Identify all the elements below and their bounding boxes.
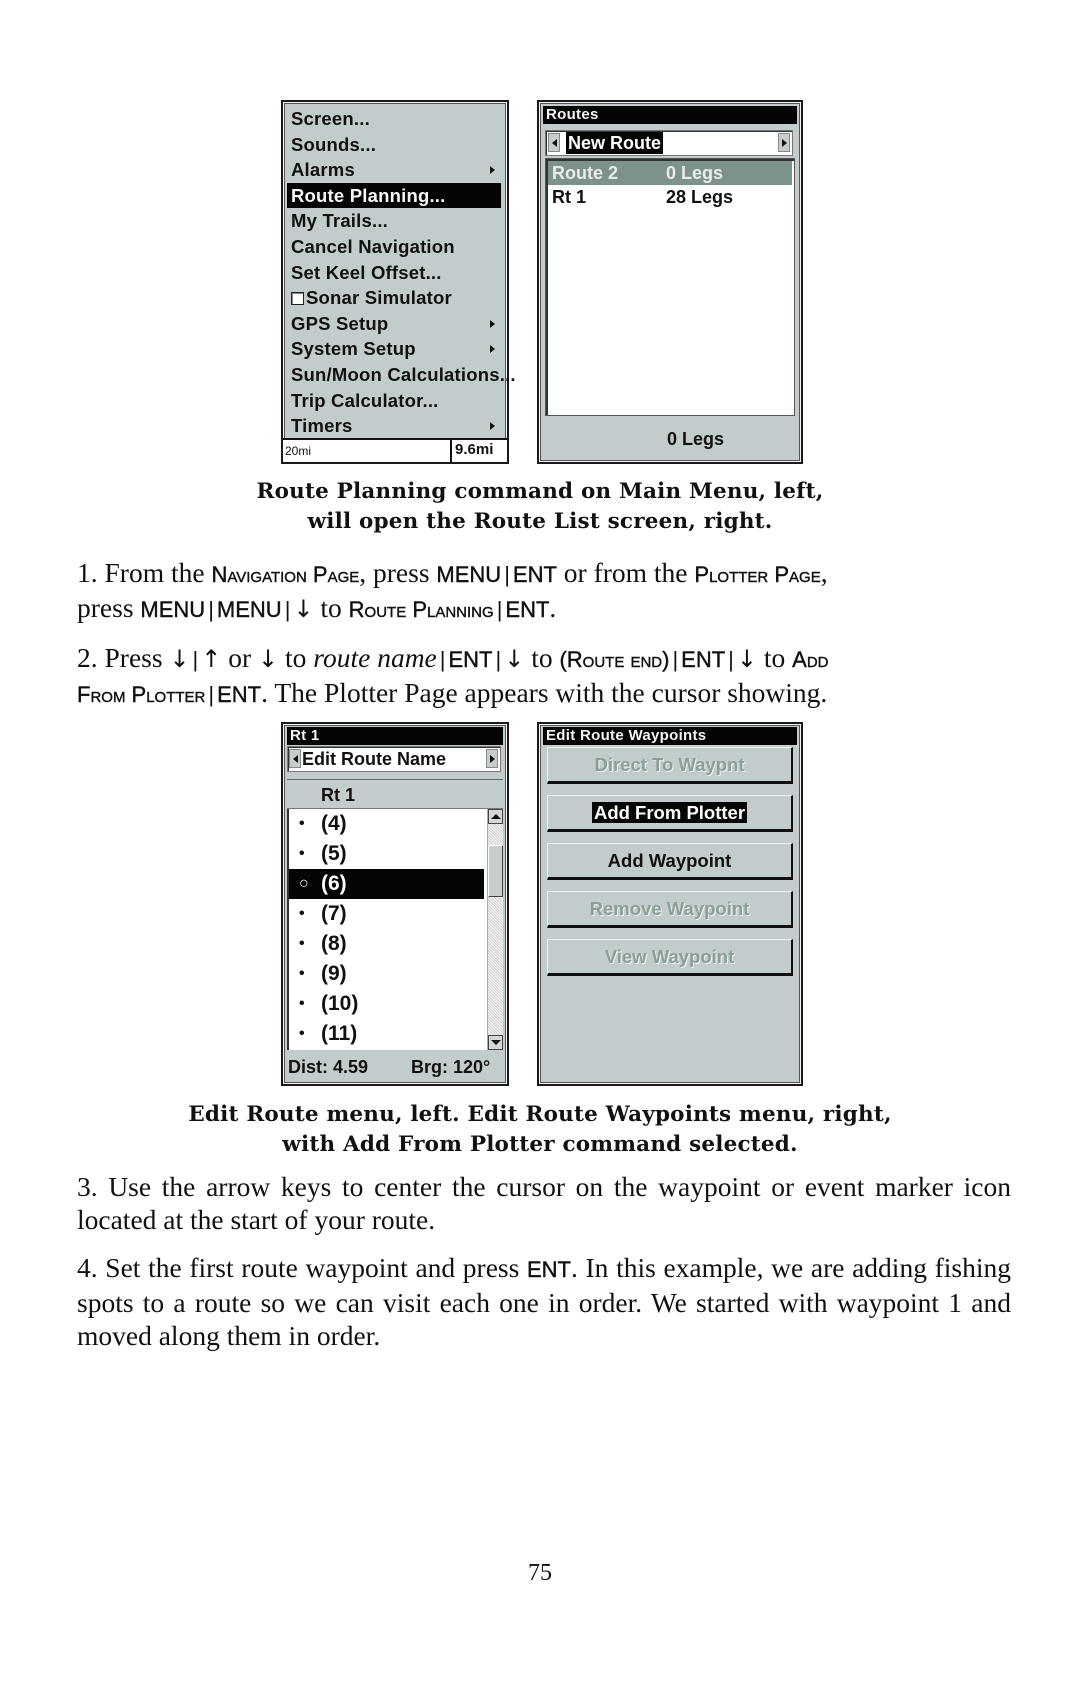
- sonar-simulator-checkbox[interactable]: [291, 292, 304, 306]
- edit-route-selector-value: Edit Route Name: [302, 749, 447, 769]
- waypoint-list: • (4) • (5) ○ (6) • (7) • (8) • (9) • (10) • (11…: [287, 809, 503, 1050]
- step-4: 4. Set the first route waypoint and pres…: [77, 1252, 1011, 1351]
- routes-title: Routes: [543, 106, 797, 124]
- menu-item-alarms[interactable]: Alarms: [287, 157, 503, 183]
- menu-item-route-planning[interactable]: Route Planning...: [287, 182, 501, 209]
- step-2: 2. Press ↓ | ↑ or ↓ to route name | ENT | ↓ to…: [77, 642, 829, 708]
- main-menu-list: Screen... Sounds... Alarms Route Plannin…: [287, 106, 516, 439]
- step-3: 3. Use the arrow keys to center the curs…: [77, 1171, 1011, 1235]
- waypoint-bullet-icon: •: [299, 965, 305, 982]
- menu-item-cancel-navigation[interactable]: Cancel Navigation: [287, 234, 503, 260]
- waypoint-scrollbar[interactable]: [487, 809, 503, 1050]
- routes-footer-legs: 0 Legs: [667, 429, 725, 449]
- menu-item-sounds[interactable]: Sounds...: [287, 132, 503, 158]
- routes-list: Route 2 0 Legs Rt 1 28 Legs: [545, 158, 795, 416]
- distance-readout: Dist: 4.59: [288, 1057, 369, 1077]
- edit-waypoints-title: Edit Route Waypoints: [543, 727, 797, 745]
- waypoint-bullet-icon: •: [299, 1025, 305, 1042]
- route-name-header: Rt 1: [287, 779, 503, 809]
- route-row[interactable]: Route 2 0 Legs: [548, 161, 792, 185]
- menu-item-trip-calculator[interactable]: Trip Calculator...: [287, 388, 503, 414]
- waypoint-bullet-icon: •: [299, 815, 305, 832]
- scroll-thumb[interactable]: [488, 845, 503, 897]
- waypoint-row[interactable]: ○ (6): [289, 869, 484, 899]
- edit-route-selector[interactable]: Edit Route Name: [287, 746, 501, 772]
- down-arrow-icon: ↓: [258, 645, 279, 673]
- menu-item-screen[interactable]: Screen...: [287, 106, 503, 132]
- scale-left-label: 20mi: [285, 444, 312, 458]
- routes-screen: Routes New Route Route 2 0 Legs Rt 1 28 …: [537, 100, 803, 464]
- submenu-arrow-icon: [490, 319, 495, 328]
- step-1: 1. From the Navigation Page, press MENU |…: [77, 557, 828, 623]
- bearing-readout: Brg: 120°: [411, 1057, 491, 1077]
- waypoint-row[interactable]: • (8): [289, 929, 484, 959]
- edit-route-title: Rt 1: [287, 727, 503, 745]
- arrow-right-icon[interactable]: [778, 133, 790, 152]
- main-menu-screen: Screen... Sounds... Alarms Route Plannin…: [281, 100, 516, 464]
- map-scale-bar: 20mi 9.6mi: [283, 438, 507, 462]
- arrow-left-icon[interactable]: [548, 133, 560, 152]
- submenu-arrow-icon: [490, 422, 495, 431]
- menu-item-system-setup[interactable]: System Setup: [287, 336, 503, 362]
- down-arrow-icon: ↓: [736, 645, 757, 673]
- route-selector[interactable]: New Route: [545, 130, 793, 156]
- submenu-arrow-icon: [490, 345, 495, 354]
- edit-route-waypoints-screen: Edit Route Waypoints Direct To Waypnt Ad…: [537, 722, 803, 1086]
- waypoint-row[interactable]: • (7): [289, 899, 484, 929]
- waypoint-row[interactable]: • (5): [289, 839, 484, 869]
- route-row[interactable]: Rt 1 28 Legs: [548, 185, 792, 209]
- menu-item-sonar-simulator[interactable]: Sonar Simulator: [287, 285, 503, 311]
- waypoint-bullet-icon: •: [299, 905, 305, 922]
- page-number: 75: [528, 1560, 552, 1586]
- arrow-left-icon[interactable]: [289, 749, 301, 768]
- waypoint-row[interactable]: • (4): [289, 809, 484, 839]
- down-arrow-icon: ↓: [293, 595, 314, 623]
- down-arrow-icon: ↓: [504, 645, 525, 673]
- view-waypoint-button[interactable]: View Waypoint: [547, 939, 793, 976]
- down-arrow-icon: ↓: [169, 645, 190, 673]
- waypoint-bullet-icon: •: [299, 845, 305, 862]
- menu-item-timers[interactable]: Timers: [287, 413, 503, 439]
- add-from-plotter-button[interactable]: Add From Plotter: [547, 795, 793, 832]
- menu-item-my-trails[interactable]: My Trails...: [287, 208, 503, 234]
- waypoint-bullet-icon: •: [299, 995, 305, 1012]
- menu-item-set-keel-offset[interactable]: Set Keel Offset...: [287, 260, 503, 286]
- up-arrow-icon: ↑: [201, 645, 222, 673]
- waypoint-row[interactable]: • (10): [289, 989, 484, 1019]
- menu-item-gps-setup[interactable]: GPS Setup: [287, 311, 503, 337]
- menu-item-sun-moon[interactable]: Sun/Moon Calculations...: [287, 362, 516, 388]
- figure2-caption: Edit Route menu, left. Edit Route Waypoi…: [188, 1102, 892, 1157]
- remove-waypoint-button[interactable]: Remove Waypoint: [547, 891, 793, 928]
- scroll-down-icon[interactable]: [488, 1035, 503, 1050]
- scale-right-label: 9.6mi: [450, 440, 507, 462]
- waypoint-row[interactable]: • (11): [289, 1019, 484, 1049]
- arrow-right-icon[interactable]: [486, 749, 498, 768]
- submenu-arrow-icon: [490, 166, 495, 175]
- scroll-up-icon[interactable]: [488, 809, 503, 824]
- waypoint-bullet-icon: •: [299, 935, 305, 952]
- direct-to-waypoint-button[interactable]: Direct To Waypnt: [547, 747, 793, 784]
- waypoint-hollow-bullet-icon: ○: [299, 875, 309, 892]
- route-selector-value: New Route: [566, 132, 664, 154]
- edit-route-screen: Rt 1 Edit Route Name Rt 1 • (4) • (5) ○ (6)…: [281, 722, 509, 1086]
- add-waypoint-button[interactable]: Add Waypoint: [547, 843, 793, 880]
- figure1-caption: Route Planning command on Main Menu, lef…: [256, 479, 824, 534]
- waypoint-row[interactable]: • (9): [289, 959, 484, 989]
